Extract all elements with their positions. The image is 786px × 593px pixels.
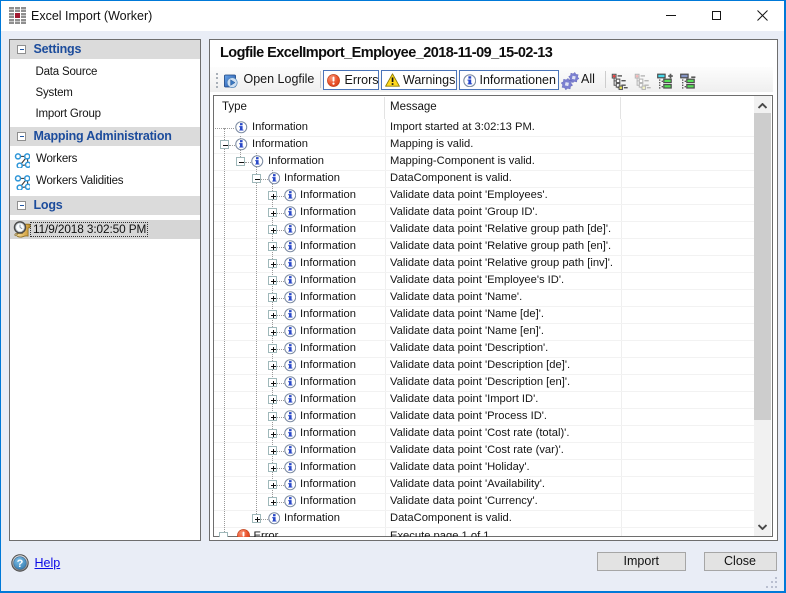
- svg-text:?: ?: [16, 558, 23, 570]
